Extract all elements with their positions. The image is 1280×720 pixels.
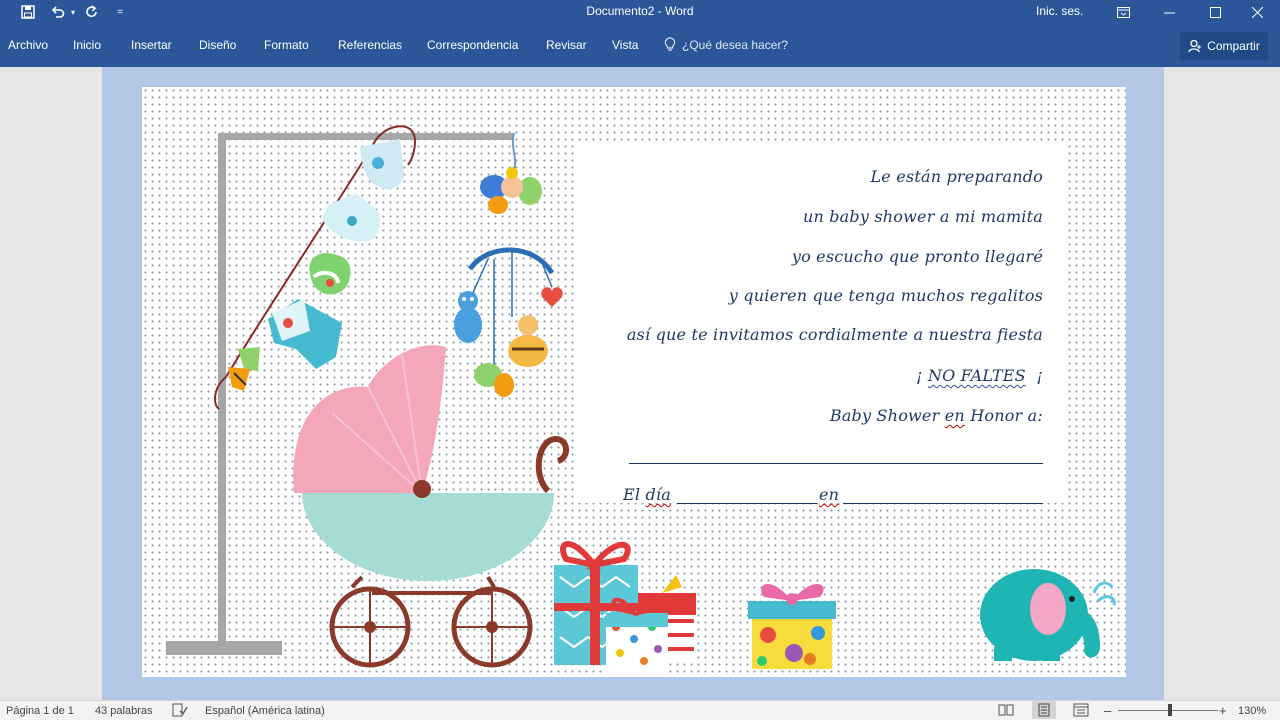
undo-icon[interactable] [48,0,68,24]
invitation-textbox[interactable]: Le están preparando un baby shower a mi … [577,145,1067,504]
word-count[interactable]: 43 palabras [95,705,153,717]
date-label-dia: día [645,485,671,504]
date-blank-line [677,503,817,504]
gift-stack [554,541,696,673]
lightbulb-icon [664,37,676,51]
date-label-el: El [623,485,646,504]
title-bar: ▾ = Documento2 - Word Inic. ses. [0,0,1280,24]
small-bibs [228,347,260,391]
no-faltes-line[interactable]: ¡ NO FALTES ¡ [916,366,1043,385]
tell-me-search[interactable]: ¿Qué desea hacer? [664,37,788,52]
document-page[interactable]: Le están preparando un baby shower a mi … [142,87,1126,677]
ribbon-tabs: Archivo Inicio Insertar Diseño Formato R… [0,24,1280,67]
invitation-line-3[interactable]: yo escucho que pronto llegaré [792,247,1043,266]
onesie-light-blue [322,193,381,242]
status-bar: Página 1 de 1 43 palabras Español (Améri… [0,700,1280,720]
invitation-line-2[interactable]: un baby shower a mi mamita [803,207,1043,226]
place-line[interactable]: en [819,485,839,504]
tab-formato[interactable]: Formato [264,38,309,52]
page-border: Le están preparando un baby shower a mi … [102,67,1164,700]
document-workspace[interactable]: Le están preparando un baby shower a mi … [0,67,1280,700]
share-button[interactable]: Compartir [1180,32,1268,60]
tab-referencias[interactable]: Referencias [338,38,402,52]
stroller [293,345,569,668]
tab-correspondencia[interactable]: Correspondencia [427,38,518,52]
tab-vista[interactable]: Vista [612,38,638,52]
place-blank-line [843,503,1043,504]
tell-me-label: ¿Qué desea hacer? [682,37,789,52]
bib-green [309,253,351,295]
zoom-out-button[interactable]: – [1104,703,1111,718]
maximize-icon[interactable] [1192,0,1238,24]
minimize-icon[interactable] [1146,0,1192,24]
proofing-icon[interactable] [172,703,188,720]
invitation-line-1[interactable]: Le están preparando [870,167,1043,186]
invitation-line-4[interactable]: y quieren que tenga muchos regalitos [729,286,1043,305]
tab-revisar[interactable]: Revisar [546,38,587,52]
zoom-level[interactable]: 130% [1238,705,1266,717]
page-count[interactable]: Página 1 de 1 [6,705,74,717]
read-mode-icon[interactable] [998,703,1014,720]
honor-en: en [944,406,965,425]
no-faltes-close: ¡ [1036,366,1043,385]
honor-text-a: Baby Shower [829,406,945,425]
save-icon[interactable] [16,0,40,24]
share-label: Compartir [1207,39,1260,53]
honor-line[interactable]: Baby Shower en Honor a: [830,406,1043,425]
sign-in-link[interactable]: Inic. ses. [1036,4,1083,18]
bib-blue [360,139,404,190]
window-title: Documento2 - Word [586,4,694,18]
honor-text-b: Honor a: [964,406,1043,425]
zoom-slider-thumb[interactable] [1168,704,1172,716]
baby-shirt-teal [268,299,342,369]
close-icon[interactable] [1234,0,1280,24]
invitation-line-5[interactable]: así que te invitamos cordialmente a nues… [627,325,1043,344]
person-icon [1188,39,1202,53]
date-line[interactable]: El día [623,485,671,504]
no-faltes-text: NO FALTES [927,366,1026,385]
no-faltes-open: ¡ [915,366,923,385]
butterfly-toy [480,132,542,214]
place-label-en: en [819,485,840,504]
honoree-name-line [629,463,1043,464]
ribbon-display-options-icon[interactable] [1100,0,1146,24]
gift-yellow [748,583,836,669]
tab-archivo[interactable]: Archivo [8,38,48,52]
repeat-icon[interactable] [82,0,102,24]
web-layout-icon[interactable] [1073,703,1089,720]
baby-mobile [454,247,563,397]
language-indicator[interactable]: Español (América latina) [205,705,325,717]
print-layout-icon[interactable] [1032,701,1056,719]
elephant [980,569,1116,661]
tab-inicio[interactable]: Inicio [73,38,101,52]
tab-diseno[interactable]: Diseño [199,38,236,52]
zoom-in-button[interactable]: + [1219,703,1227,718]
undo-dropdown-icon[interactable]: ▾ [68,0,78,24]
tab-insertar[interactable]: Insertar [131,38,172,52]
customize-qat-icon[interactable]: = [112,0,128,24]
